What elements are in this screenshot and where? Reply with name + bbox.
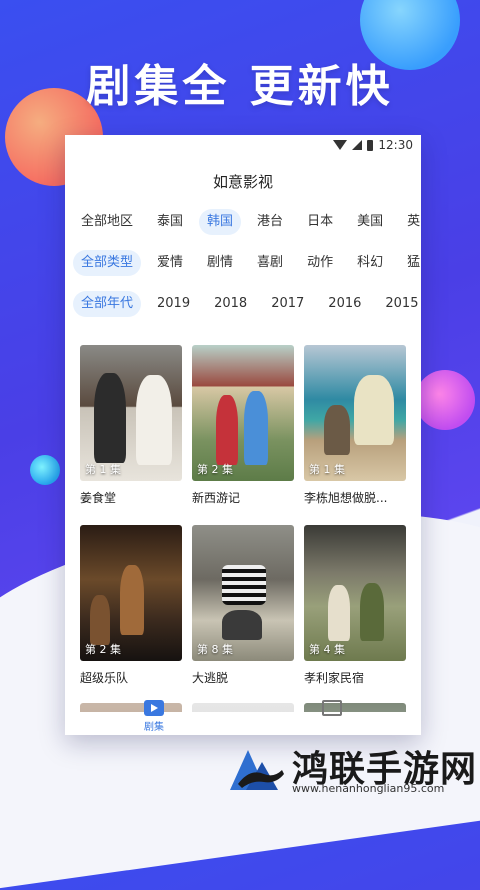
show-title: 新西游记 bbox=[192, 491, 241, 505]
year-chip-2015[interactable]: 2015 bbox=[377, 291, 421, 317]
episode-label: 第 8 集 bbox=[197, 643, 233, 656]
year-filter-row: 全部年代 2019 2018 2017 2016 2015 bbox=[65, 291, 421, 317]
show-card[interactable]: 第 4 集 孝利家民宿 bbox=[304, 525, 406, 686]
show-title: 超级乐队 bbox=[80, 671, 129, 685]
show-card[interactable]: 第 1 集 姜食堂 bbox=[80, 345, 182, 506]
decorative-blob bbox=[30, 455, 60, 485]
genre-filter-row: 全部类型 爱情 剧情 喜剧 动作 科幻 猛 bbox=[65, 250, 421, 276]
show-thumbnail[interactable]: 第 8 集 bbox=[192, 525, 294, 661]
show-thumbnail[interactable]: 第 1 集 bbox=[80, 345, 182, 481]
show-title: 李栋旭想做脱... bbox=[304, 491, 388, 505]
episode-label: 第 1 集 bbox=[309, 463, 345, 476]
genre-chip-drama[interactable]: 剧情 bbox=[199, 250, 241, 276]
phone-screen: 12:30 如意影视 全部地区 泰国 韩国 港台 日本 美国 英 全部类型 爱情… bbox=[65, 135, 421, 735]
genre-chip-action[interactable]: 动作 bbox=[299, 250, 341, 276]
show-card[interactable]: 第 8 集 大逃脱 bbox=[192, 525, 294, 686]
year-chip-2019[interactable]: 2019 bbox=[149, 291, 198, 317]
watermark: 鸿联手游网 www.henanhonglian95.com bbox=[228, 740, 478, 798]
year-chip-2018[interactable]: 2018 bbox=[206, 291, 255, 317]
show-title: 大逃脱 bbox=[192, 671, 229, 685]
show-thumbnail[interactable]: 第 2 集 bbox=[192, 345, 294, 481]
region-chip-thailand[interactable]: 泰国 bbox=[149, 209, 191, 235]
show-thumbnail[interactable]: 第 1 集 bbox=[304, 345, 406, 481]
folder-icon bbox=[322, 700, 342, 716]
region-chip-usa[interactable]: 美国 bbox=[349, 209, 391, 235]
episode-label: 第 4 集 bbox=[309, 643, 345, 656]
play-icon bbox=[144, 700, 164, 716]
genre-chip-all[interactable]: 全部类型 bbox=[73, 250, 142, 276]
episode-label: 第 2 集 bbox=[85, 643, 121, 656]
show-title: 孝利家民宿 bbox=[304, 671, 365, 685]
show-card[interactable]: 第 1 集 李栋旭想做脱... bbox=[304, 345, 406, 506]
wifi-icon bbox=[333, 140, 348, 150]
region-chip-uk[interactable]: 英 bbox=[399, 209, 421, 235]
show-title: 姜食堂 bbox=[80, 491, 117, 505]
year-chip-2016[interactable]: 2016 bbox=[320, 291, 369, 317]
tab-library[interactable] bbox=[302, 700, 362, 716]
region-chip-korea[interactable]: 韩国 bbox=[199, 209, 242, 235]
genre-chip-thriller[interactable]: 猛 bbox=[399, 250, 421, 276]
region-chip-japan[interactable]: 日本 bbox=[299, 209, 341, 235]
watermark-url: www.henanhonglian95.com bbox=[292, 782, 445, 795]
tab-series-label: 剧集 bbox=[144, 722, 164, 733]
status-time: 12:30 bbox=[378, 138, 413, 152]
show-card[interactable]: 第 2 集 新西游记 bbox=[192, 345, 294, 506]
show-card[interactable]: 第 2 集 超级乐队 bbox=[80, 525, 182, 686]
episode-label: 第 1 集 bbox=[85, 463, 121, 476]
region-filter-row: 全部地区 泰国 韩国 港台 日本 美国 英 bbox=[65, 209, 421, 235]
show-thumbnail[interactable]: 第 4 集 bbox=[304, 525, 406, 661]
battery-icon bbox=[367, 139, 374, 151]
region-chip-all[interactable]: 全部地区 bbox=[73, 209, 141, 235]
show-thumbnail[interactable]: 第 2 集 bbox=[80, 525, 182, 661]
app-title: 如意影视 bbox=[212, 173, 273, 191]
genre-chip-comedy[interactable]: 喜剧 bbox=[249, 250, 291, 276]
decorative-blob bbox=[415, 370, 475, 430]
episode-label: 第 2 集 bbox=[197, 463, 233, 476]
status-bar: 12:30 bbox=[65, 135, 421, 157]
year-chip-2017[interactable]: 2017 bbox=[263, 291, 312, 317]
genre-chip-scifi[interactable]: 科幻 bbox=[349, 250, 391, 276]
signal-icon bbox=[352, 140, 363, 150]
bottom-nav: 剧集 bbox=[65, 700, 421, 735]
tab-series[interactable]: 剧集 bbox=[124, 700, 184, 733]
region-chip-hk-tw[interactable]: 港台 bbox=[249, 209, 291, 235]
bull-logo-icon bbox=[230, 750, 284, 790]
promo-headline: 剧集全 更新快 bbox=[86, 61, 394, 112]
year-chip-all[interactable]: 全部年代 bbox=[73, 291, 142, 317]
genre-chip-romance[interactable]: 爱情 bbox=[149, 250, 191, 276]
